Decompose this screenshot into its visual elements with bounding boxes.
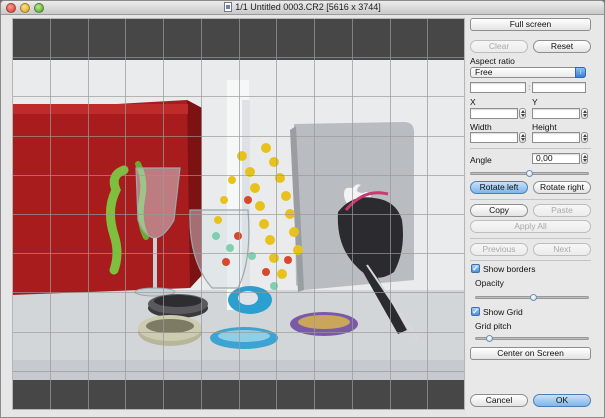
- show-borders-label[interactable]: Show borders: [483, 264, 535, 274]
- next-button[interactable]: Next: [533, 243, 591, 256]
- show-grid-checkbox[interactable]: ✓: [471, 307, 480, 316]
- copy-button[interactable]: Copy: [470, 204, 528, 217]
- x-field[interactable]: [470, 108, 518, 119]
- show-grid-label[interactable]: Show Grid: [483, 307, 523, 317]
- aspect-separator: :: [528, 82, 531, 92]
- previous-button[interactable]: Previous: [470, 243, 528, 256]
- width-stepper[interactable]: [519, 132, 526, 143]
- clear-button[interactable]: Clear: [470, 40, 528, 53]
- separator: [470, 148, 591, 149]
- x-stepper[interactable]: [519, 108, 526, 119]
- angle-stepper[interactable]: [581, 153, 588, 164]
- checkmark-icon: ✓: [472, 264, 479, 273]
- separator: [470, 238, 591, 239]
- crop-window: 1/1 Untitled 0003.CR2 [5616 x 3744] Full…: [0, 0, 605, 418]
- aspect-ratio-value: Free: [475, 67, 493, 77]
- crop-settings-panel: Full screen Clear Reset Aspect ratio Fre…: [466, 15, 604, 417]
- height-stepper[interactable]: [581, 132, 588, 143]
- updown-arrows-icon: ↕: [575, 67, 586, 78]
- apply-all-button[interactable]: Apply All: [470, 220, 591, 233]
- aspect-ratio-label: Aspect ratio: [470, 56, 515, 66]
- y-field[interactable]: [532, 108, 580, 119]
- opacity-label: Opacity: [475, 278, 504, 288]
- angle-label: Angle: [470, 155, 492, 165]
- y-label: Y: [532, 97, 538, 107]
- photo-scene: [12, 60, 465, 380]
- rotate-left-button[interactable]: Rotate left: [470, 181, 528, 194]
- rotate-right-button[interactable]: Rotate right: [533, 181, 591, 194]
- image-canvas[interactable]: [12, 18, 465, 410]
- height-label: Height: [532, 122, 557, 132]
- x-label: X: [470, 97, 476, 107]
- aspect-height-field[interactable]: [532, 82, 586, 93]
- window-title: 1/1 Untitled 0003.CR2 [5616 x 3744]: [235, 2, 381, 12]
- aspect-width-field[interactable]: [470, 82, 526, 93]
- y-stepper[interactable]: [581, 108, 588, 119]
- checkmark-icon: ✓: [472, 307, 479, 316]
- width-label: Width: [470, 122, 492, 132]
- cancel-button[interactable]: Cancel: [470, 394, 528, 407]
- width-field[interactable]: [470, 132, 518, 143]
- paste-button[interactable]: Paste: [533, 204, 591, 217]
- window-title-group: 1/1 Untitled 0003.CR2 [5616 x 3744]: [1, 2, 604, 12]
- separator: [470, 199, 591, 200]
- show-borders-checkbox[interactable]: ✓: [471, 264, 480, 273]
- aspect-ratio-select[interactable]: Free ↕: [470, 67, 586, 78]
- title-bar[interactable]: 1/1 Untitled 0003.CR2 [5616 x 3744]: [1, 1, 604, 15]
- full-screen-button[interactable]: Full screen: [470, 18, 591, 31]
- grid-pitch-slider-knob[interactable]: [486, 335, 493, 342]
- angle-slider-knob[interactable]: [526, 170, 533, 177]
- ok-button[interactable]: OK: [533, 394, 591, 407]
- opacity-slider-knob[interactable]: [530, 294, 537, 301]
- grid-pitch-label: Grid pitch: [475, 321, 512, 331]
- reset-button[interactable]: Reset: [533, 40, 591, 53]
- separator: [470, 260, 591, 261]
- height-field[interactable]: [532, 132, 580, 143]
- document-icon: [224, 2, 233, 12]
- photo: [12, 60, 465, 380]
- center-on-screen-button[interactable]: Center on Screen: [470, 347, 591, 360]
- angle-field[interactable]: 0,00: [532, 153, 580, 164]
